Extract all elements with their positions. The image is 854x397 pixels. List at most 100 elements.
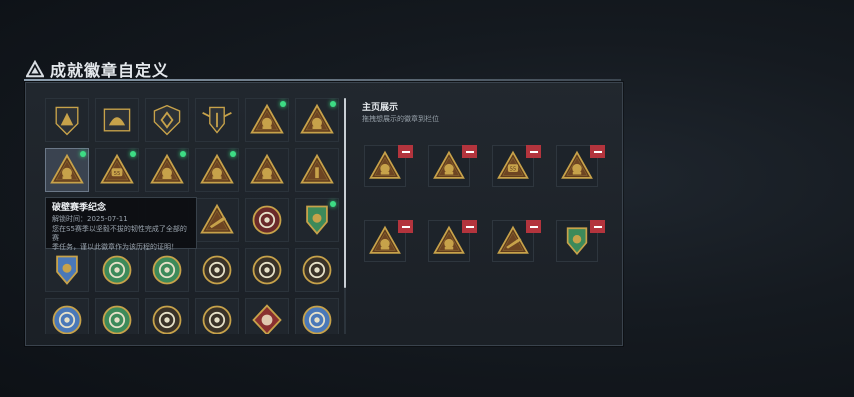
- badge-cell[interactable]: [295, 248, 339, 292]
- badge-cell[interactable]: [245, 248, 289, 292]
- triangle-s5-badge-icon: 55: [497, 150, 529, 179]
- badge-cell[interactable]: [45, 248, 89, 292]
- display-slot[interactable]: [428, 145, 477, 187]
- triangle-medal-badge-icon: [369, 150, 401, 179]
- minus-icon: [529, 150, 538, 153]
- minus-icon: [465, 225, 474, 228]
- blue-eagle-badge-icon: [52, 305, 82, 334]
- new-indicator-dot: [80, 151, 86, 157]
- shield-badge-icon: [153, 104, 181, 136]
- remove-slot-button[interactable]: [590, 220, 605, 233]
- crossed-swords-badge-icon: [202, 305, 232, 334]
- tooltip-description-line2: 季任务，谨以此徽章作为该历程的证明！: [52, 243, 178, 251]
- scrollbar-thumb[interactable]: [344, 98, 346, 288]
- badge-cell[interactable]: [145, 298, 189, 334]
- display-slot[interactable]: [492, 220, 541, 262]
- svg-text:55: 55: [114, 171, 121, 177]
- remove-slot-button[interactable]: [526, 145, 541, 158]
- wings-shield-badge-icon: [202, 106, 232, 134]
- remove-slot-button[interactable]: [462, 220, 477, 233]
- new-indicator-dot: [130, 151, 136, 157]
- minus-icon: [593, 150, 602, 153]
- badge-cell[interactable]: [245, 98, 289, 142]
- display-slot[interactable]: [556, 220, 605, 262]
- remove-slot-button[interactable]: [526, 220, 541, 233]
- remove-slot-button[interactable]: [398, 220, 413, 233]
- badge-cell[interactable]: [95, 298, 139, 334]
- green-emblem-badge-icon: [152, 255, 182, 285]
- remove-slot-button[interactable]: [398, 145, 413, 158]
- badge-cell[interactable]: [145, 98, 189, 142]
- triangle-star-badge-icon: [369, 225, 401, 254]
- display-section-title: 主页展示: [362, 103, 399, 113]
- badge-cell[interactable]: [245, 148, 289, 192]
- badge-cell[interactable]: [245, 198, 289, 242]
- remove-slot-button[interactable]: [462, 145, 477, 158]
- minus-icon: [465, 150, 474, 153]
- star-medal-badge-icon: [252, 205, 282, 235]
- badge-cell[interactable]: [295, 98, 339, 142]
- badge-cell[interactable]: [45, 148, 89, 192]
- badge-cell[interactable]: [195, 248, 239, 292]
- triangle-fist-badge-icon: [250, 103, 284, 134]
- display-slot[interactable]: 55: [492, 145, 541, 187]
- triangle-medal-badge-icon: [200, 153, 234, 184]
- pyramid-badge-icon: [55, 106, 79, 136]
- green-shield-badge-icon: [306, 205, 328, 235]
- minus-icon: [593, 225, 602, 228]
- badge-cell[interactable]: [95, 98, 139, 142]
- skull-badge-icon: [202, 255, 232, 285]
- badge-cell[interactable]: [295, 298, 339, 334]
- new-indicator-dot: [330, 101, 336, 107]
- triangle-archive-badge-icon: [561, 150, 593, 179]
- triangle-logo-icon: [26, 60, 44, 78]
- badge-cell[interactable]: [195, 298, 239, 334]
- display-slot[interactable]: [428, 220, 477, 262]
- triangle-star-badge-icon: [300, 103, 334, 134]
- helmet-badge-icon: [103, 108, 131, 132]
- green-rifles-badge-icon: [102, 305, 132, 334]
- blue-shield-star-badge-icon: [56, 255, 78, 285]
- triangle-archive-badge-icon: [50, 153, 84, 184]
- badge-cell[interactable]: [45, 98, 89, 142]
- display-section-subtitle: 拖拽想展示的徽章到栏位: [362, 115, 439, 123]
- title-divider: [24, 79, 621, 81]
- tooltip-unlock-time: 解锁时间：2025-07-11: [52, 215, 128, 223]
- badge-cell[interactable]: [195, 98, 239, 142]
- badge-cell[interactable]: [45, 298, 89, 334]
- minus-icon: [401, 150, 410, 153]
- badge-cell[interactable]: [95, 248, 139, 292]
- no-entry-badge-icon: [152, 305, 182, 334]
- new-indicator-dot: [230, 151, 236, 157]
- badge-tooltip: 破壁赛季纪念 解锁时间：2025-07-11 您在S5赛季以坚毅不拔的韧性完成了…: [45, 197, 197, 251]
- badge-cell[interactable]: [245, 298, 289, 334]
- triangle-s5-badge-icon: 55: [100, 153, 134, 184]
- page-title: 成就徽章自定义: [50, 61, 170, 80]
- display-slot[interactable]: [364, 145, 413, 187]
- page-header: 成就徽章自定义: [26, 58, 169, 80]
- minus-icon: [401, 225, 410, 228]
- triangle-number-badge-icon: [300, 153, 334, 184]
- triangle-gun-badge-icon: [200, 203, 234, 234]
- badge-cell[interactable]: [195, 148, 239, 192]
- triangle-crate-badge-icon: [433, 150, 465, 179]
- badge-cell[interactable]: 55: [95, 148, 139, 192]
- display-slot[interactable]: [556, 145, 605, 187]
- badge-cell[interactable]: [195, 198, 239, 242]
- badge-cell[interactable]: [145, 148, 189, 192]
- blue-wolf-badge-icon: [302, 305, 332, 334]
- new-indicator-dot: [180, 151, 186, 157]
- badge-cell[interactable]: [295, 198, 339, 242]
- tooltip-description-line1: 您在S5赛季以坚毅不拔的韧性完成了全部的赛: [52, 225, 187, 242]
- badge-cell[interactable]: [145, 248, 189, 292]
- triangle-vehicle-badge-icon: [250, 153, 284, 184]
- triangle-gun-badge-icon: [497, 225, 529, 254]
- badge-cell[interactable]: [295, 148, 339, 192]
- display-slot[interactable]: [364, 220, 413, 262]
- minus-icon: [529, 225, 538, 228]
- laurel-badge-icon: [252, 255, 282, 285]
- new-indicator-dot: [280, 101, 286, 107]
- tooltip-badge-name: 破壁赛季纪念: [52, 203, 107, 213]
- remove-slot-button[interactable]: [590, 145, 605, 158]
- green-shield-badge-icon: [566, 227, 588, 256]
